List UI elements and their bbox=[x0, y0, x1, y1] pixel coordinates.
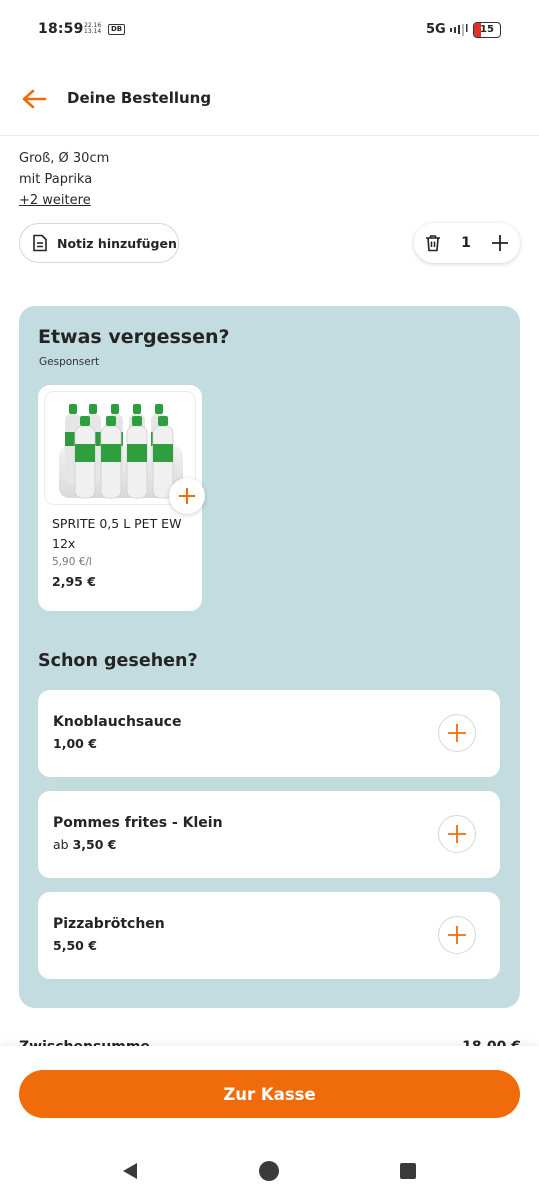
product-unit-price: 5,90 €/l bbox=[52, 556, 92, 568]
more-options-link[interactable]: +2 weitere bbox=[19, 190, 109, 211]
addon-price-prefix: ab bbox=[53, 837, 73, 852]
nav-home-button[interactable] bbox=[258, 1160, 280, 1182]
back-triangle-icon bbox=[123, 1163, 137, 1179]
item-topping: mit Paprika bbox=[19, 172, 93, 187]
quantity-value: 1 bbox=[461, 235, 471, 251]
status-bar: 18:59 22.16 13.14 DB 5G 15 bbox=[0, 0, 539, 62]
battery-icon: 15 bbox=[473, 22, 501, 38]
seen-title: Schon gesehen? bbox=[38, 651, 198, 671]
add-note-button[interactable]: Notiz hinzufügen bbox=[19, 223, 179, 263]
header: Deine Bestellung bbox=[0, 62, 539, 136]
addon-card[interactable]: Knoblauchsauce 1,00 € bbox=[38, 690, 500, 777]
status-time: 18:59 bbox=[38, 21, 84, 37]
add-addon-button[interactable] bbox=[438, 714, 476, 752]
add-addon-button[interactable] bbox=[438, 815, 476, 853]
addon-price: ab 3,50 € bbox=[53, 837, 116, 852]
checkout-button[interactable]: Zur Kasse bbox=[19, 1070, 520, 1118]
addon-price: 1,00 € bbox=[53, 736, 97, 751]
add-note-label: Notiz hinzufügen bbox=[57, 235, 177, 251]
plus-icon bbox=[448, 825, 466, 843]
db-badge: DB bbox=[108, 24, 126, 35]
signal-icon bbox=[450, 24, 468, 36]
addon-name: Pizzabrötchen bbox=[53, 916, 165, 932]
addon-price: 5,50 € bbox=[53, 938, 97, 953]
addon-name: Pommes frites - Klein bbox=[53, 815, 223, 831]
plus-icon bbox=[448, 724, 466, 742]
add-addon-button[interactable] bbox=[438, 916, 476, 954]
item-size: Groß, Ø 30cm bbox=[19, 151, 110, 166]
nav-recents-button[interactable] bbox=[397, 1160, 419, 1182]
plus-icon bbox=[179, 488, 195, 504]
battery-level: 15 bbox=[480, 24, 494, 35]
trash-icon[interactable] bbox=[424, 234, 442, 252]
product-name: SPRITE 0,5 L PET EW 12x bbox=[52, 516, 182, 551]
status-mini-text: 22.16 13.14 bbox=[84, 22, 102, 35]
recents-square-icon bbox=[400, 1163, 416, 1179]
addon-price-value: 1,00 € bbox=[53, 736, 97, 751]
add-product-button[interactable] bbox=[169, 478, 205, 514]
addon-card[interactable]: Pommes frites - Klein ab 3,50 € bbox=[38, 791, 500, 878]
system-nav-bar bbox=[0, 1136, 539, 1200]
nav-back-button[interactable] bbox=[119, 1160, 141, 1182]
quantity-stepper: 1 bbox=[414, 223, 520, 263]
addon-card[interactable]: Pizzabrötchen 5,50 € bbox=[38, 892, 500, 979]
sponsored-product-card[interactable]: SPRITE 0,5 L PET EW 12x 5,90 €/l 2,95 € bbox=[38, 385, 205, 611]
sponsored-label: Gesponsert bbox=[39, 356, 100, 368]
back-button[interactable] bbox=[20, 86, 48, 112]
document-icon bbox=[33, 234, 47, 252]
product-price: 2,95 € bbox=[52, 574, 96, 589]
network-label: 5G bbox=[426, 22, 446, 37]
plus-icon bbox=[448, 926, 466, 944]
page-title: Deine Bestellung bbox=[67, 89, 212, 107]
checkout-bar: Zur Kasse bbox=[0, 1046, 539, 1136]
home-circle-icon bbox=[259, 1161, 279, 1181]
plus-icon[interactable] bbox=[490, 233, 510, 253]
forgot-title: Etwas vergessen? bbox=[38, 326, 230, 348]
item-details: Groß, Ø 30cm mit Paprika +2 weitere bbox=[19, 148, 109, 211]
addon-price-value: 5,50 € bbox=[53, 938, 97, 953]
arrow-left-icon bbox=[22, 89, 47, 109]
addon-name: Knoblauchsauce bbox=[53, 714, 182, 730]
addon-price-value: 3,50 € bbox=[72, 837, 117, 852]
recommendations-panel: Etwas vergessen? Gesponsert SPRITE 0,5 L… bbox=[19, 306, 520, 1008]
